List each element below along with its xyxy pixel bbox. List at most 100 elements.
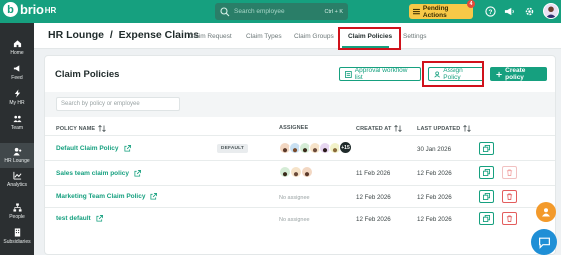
team-icon [12,115,22,122]
delete-policy-button[interactable] [502,190,517,203]
sidebar-item-label: Home [10,49,24,56]
tab-claim-types[interactable]: Claim Types [246,33,282,40]
sidebar-item-feed[interactable]: Feed [0,60,34,84]
pending-actions-button[interactable]: Pending Actions 4 [409,0,475,19]
column-header-assignee: ASSIGNEE [279,125,308,131]
analytics-icon [12,171,21,180]
delete-policy-button[interactable] [502,166,517,179]
column-header-created-at[interactable]: CREATED AT [356,125,403,132]
highlight-box [422,61,484,87]
column-header-last-updated[interactable]: LAST UPDATED [417,125,472,132]
lightning-icon [14,88,20,98]
external-link-icon[interactable] [150,193,158,200]
column-header-label: POLICY NAME [56,125,96,132]
create-policy-button[interactable]: Create policy [490,67,547,81]
logo-sub: HR [44,5,57,15]
policy-name: Sales team claim policy [56,170,129,177]
approval-workflow-label: Approval workflow list [354,67,408,81]
approval-workflow-button[interactable]: Approval workflow list [339,67,421,81]
copy-icon [483,169,490,176]
copy-policy-button[interactable] [479,190,494,203]
user-avatar[interactable] [543,3,559,19]
sidebar-item-subsidiaries[interactable]: Subsidiaries [0,224,34,248]
external-link-icon[interactable] [134,170,141,177]
copy-icon [483,193,490,200]
policy-link-sales[interactable]: Sales team claim policy [56,170,141,177]
policy-link-default[interactable]: Default Claim Policy [56,145,131,152]
top-bar: b brio HR Search employee Ctrl + K Pendi… [0,0,561,23]
column-header-label: LAST UPDATED [417,125,461,132]
help-icon[interactable]: ? [485,6,496,17]
sidebar-item-label: Analytics [6,181,27,188]
created-at-cell: 11 Feb 2026 [356,170,391,177]
sidebar-item-label: HR Lounge [4,158,30,164]
more-assignees-badge[interactable]: +15 [339,141,352,154]
row-divider [45,160,555,161]
last-updated-cell: 30 Jan 2026 [417,146,452,153]
sort-icon[interactable] [98,125,106,132]
sidebar-item-label: Subsidiaries [3,238,31,245]
sort-icon[interactable] [394,125,403,132]
policy-search-input[interactable]: Search by policy or employee [56,97,180,111]
profile-help-button[interactable] [536,202,556,222]
user-avatar-image [545,6,557,18]
column-header-policy-name[interactable]: POLICY NAME [56,125,106,132]
no-assignee-text: No assignee [279,217,310,223]
pending-label: Pending Actions [422,4,449,19]
person-icon [542,208,550,217]
last-updated-cell: 12 Feb 2026 [417,216,452,223]
tab-settings[interactable]: Settings [403,33,427,40]
sidebar-item-label: Feed [11,74,23,81]
gear-icon[interactable] [524,6,535,17]
sidebar-item-team[interactable]: Team [0,110,34,134]
policy-link-marketing[interactable]: Marketing Team Claim Policy [56,193,158,200]
plus-icon [496,71,502,77]
copy-policy-button[interactable] [479,212,494,225]
search-shortcut: Ctrl + K [324,8,344,15]
tab-claim-request[interactable]: Claim Request [189,33,232,40]
logo-text: brio [20,2,44,17]
page-header: HR Lounge / Expense Claims Claim Request… [34,23,561,49]
sidebar-item-home[interactable]: Home [0,35,34,59]
trash-icon [506,215,513,222]
tab-claim-groups[interactable]: Claim Groups [294,33,334,40]
list-icon [413,8,420,15]
external-link-icon[interactable] [123,145,131,152]
pending-count-badge: 4 [467,0,475,8]
home-icon [13,39,21,47]
last-updated-cell: 12 Feb 2026 [417,170,452,177]
column-header-label: ASSIGNEE [279,125,309,131]
building-icon [14,227,20,237]
sort-icon[interactable] [463,125,472,132]
policy-link-test-default[interactable]: test default [56,215,103,222]
sidebar-item-hr-lounge[interactable]: HR Lounge [0,143,34,168]
org-icon [12,202,22,212]
no-assignee-text: No assignee [279,195,310,201]
sidebar-item-label: My HR [9,99,25,106]
announcement-icon[interactable] [504,6,515,17]
chat-support-button[interactable] [531,229,557,255]
delete-policy-button[interactable] [502,212,517,225]
row-divider [45,135,555,136]
sidebar-item-analytics[interactable]: Analytics [0,167,34,191]
policy-name: Default Claim Policy [56,145,119,152]
policy-name: Marketing Team Claim Policy [56,193,146,200]
brand-logo[interactable]: b brio HR [3,2,56,17]
user-group-icon [12,147,21,156]
sidebar-item-my-hr[interactable]: My HR [0,85,34,109]
external-link-icon[interactable] [96,215,103,222]
page-title: HR Lounge / Expense Claims [48,29,200,41]
sidebar-item-people[interactable]: People [0,199,34,223]
sidebar-item-label: Team [10,124,24,131]
created-at-cell: 12 Feb 2026 [356,194,391,201]
copy-policy-button[interactable] [479,142,494,155]
copy-icon [483,145,490,152]
policy-name: test default [56,215,91,222]
highlight-box [338,27,401,50]
copy-policy-button[interactable] [479,166,494,179]
assignee-avatar [301,166,313,178]
last-updated-cell: 12 Feb 2026 [417,194,452,201]
employee-search[interactable]: Search employee Ctrl + K [215,3,348,20]
create-policy-label: Create policy [505,67,526,81]
sidebar-item-label: People [9,213,25,220]
